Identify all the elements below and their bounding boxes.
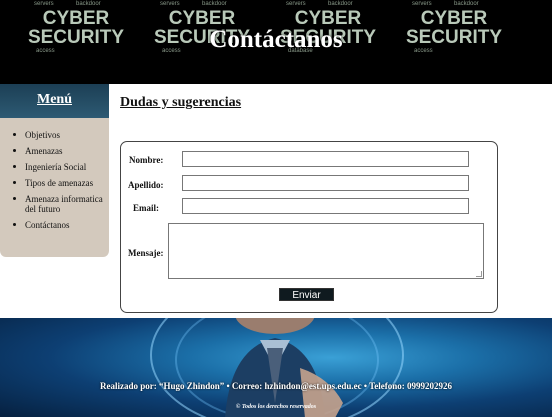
- mensaje-textarea[interactable]: [168, 223, 484, 279]
- sidebar-title: Menú: [0, 84, 109, 118]
- sidebar-item-contactanos[interactable]: Contáctanos: [13, 220, 109, 230]
- sidebar-menu: Menú Objetivos Amenazas Ingeniería Socia…: [0, 84, 109, 257]
- banner-word: servers: [412, 1, 432, 7]
- footer-copyright: © Todos los derechos reservados: [235, 404, 317, 410]
- nombre-label: Nombre:: [129, 155, 164, 165]
- nombre-input[interactable]: [182, 151, 469, 167]
- apellido-input[interactable]: [182, 175, 469, 191]
- person-background-image: [225, 318, 343, 417]
- enviar-button[interactable]: Enviar: [279, 288, 334, 301]
- contact-form: Nombre: Apellido: Email: Mensaje: Enviar: [120, 141, 498, 313]
- section-title: Dudas y sugerencias: [120, 95, 242, 110]
- header-banner: servers backdoor CYBER SECURITY access s…: [0, 0, 552, 84]
- banner-word: servers: [160, 1, 180, 7]
- sidebar-list: Objetivos Amenazas Ingeniería Social Tip…: [0, 118, 109, 230]
- banner-word: backdoor: [328, 1, 353, 7]
- banner-word: backdoor: [454, 1, 479, 7]
- sidebar-item-objetivos[interactable]: Objetivos: [13, 130, 109, 140]
- sidebar-item-ingenieria-social[interactable]: Ingeniería Social: [13, 162, 109, 172]
- sidebar-item-amenaza-futuro[interactable]: Amenaza informatica del futuro: [13, 194, 109, 214]
- email-input[interactable]: [182, 198, 469, 214]
- banner-word: backdoor: [202, 1, 227, 7]
- banner-word: backdoor: [76, 1, 101, 7]
- banner-word: servers: [34, 1, 54, 7]
- sidebar-item-tipos-de-amenazas[interactable]: Tipos de amenazas: [13, 178, 109, 188]
- page-title: Contáctanos: [209, 26, 343, 53]
- email-label: Email:: [133, 203, 159, 213]
- apellido-label: Apellido:: [128, 180, 164, 190]
- mensaje-label: Mensaje:: [128, 248, 164, 258]
- footer-credits: Realizado por: “Hugo Zhindon” • Correo: …: [99, 381, 453, 391]
- banner-word: servers: [286, 1, 306, 7]
- footer: Realizado por: “Hugo Zhindon” • Correo: …: [0, 318, 552, 417]
- sidebar-item-amenazas[interactable]: Amenazas: [13, 146, 109, 156]
